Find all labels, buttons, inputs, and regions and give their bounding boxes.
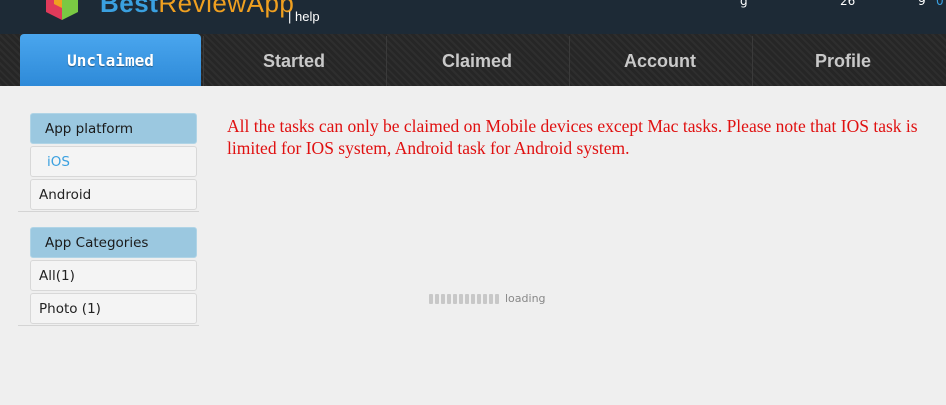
logo-cube-icon	[46, 0, 78, 20]
sidebar-item-photo[interactable]: Photo (1)	[30, 293, 197, 324]
loading-bar	[483, 293, 487, 304]
header-fragment-1: g	[740, 0, 748, 8]
loading-bar	[477, 293, 481, 304]
sidebar-item-android[interactable]: Android	[30, 179, 197, 210]
platform-heading: App platform	[30, 113, 197, 144]
sidebar: App platform iOS Android App Categories …	[18, 113, 199, 341]
header-fragment-3: 9	[918, 0, 926, 8]
tab-unclaimed[interactable]: Unclaimed	[20, 34, 201, 86]
logo-text-part1: Best	[100, 0, 159, 18]
header-fragment-4: 0	[936, 0, 944, 8]
tab-started[interactable]: Started	[203, 36, 384, 86]
logo-text-part2: ReviewApp	[158, 0, 295, 18]
categories-group: App Categories All(1) Photo (1)	[18, 227, 199, 326]
loading-bar	[495, 293, 499, 304]
platform-group: App platform iOS Android	[18, 113, 199, 212]
loading-bar	[441, 293, 445, 304]
loading-bars-icon	[429, 293, 499, 304]
help-link[interactable]: | help	[288, 9, 320, 24]
loading-bar	[429, 293, 433, 304]
loading-bar	[435, 293, 439, 304]
tab-account[interactable]: Account	[569, 36, 750, 86]
logo-text[interactable]: BestReviewApp	[100, 0, 294, 19]
sidebar-item-ios[interactable]: iOS	[30, 146, 197, 177]
divider	[18, 211, 199, 212]
loading-bar	[459, 293, 463, 304]
top-header: BestReviewApp | help g 26 9 0	[0, 0, 946, 34]
loading-bar	[471, 293, 475, 304]
loading-label: loading	[505, 292, 546, 305]
notice-message: All the tasks can only be claimed on Mob…	[227, 116, 918, 158]
loading-bar	[447, 293, 451, 304]
loading-bar	[465, 293, 469, 304]
tab-claimed[interactable]: Claimed	[386, 36, 567, 86]
loading-bar	[453, 293, 457, 304]
categories-heading: App Categories	[30, 227, 197, 258]
divider	[18, 325, 199, 326]
main-nav: Unclaimed Started Claimed Account Profil…	[0, 34, 946, 86]
loading-bar	[489, 293, 493, 304]
header-fragment-2: 26	[840, 0, 856, 8]
loading-indicator: loading	[429, 292, 546, 305]
sidebar-item-all[interactable]: All(1)	[30, 260, 197, 291]
tab-profile[interactable]: Profile	[752, 36, 933, 86]
